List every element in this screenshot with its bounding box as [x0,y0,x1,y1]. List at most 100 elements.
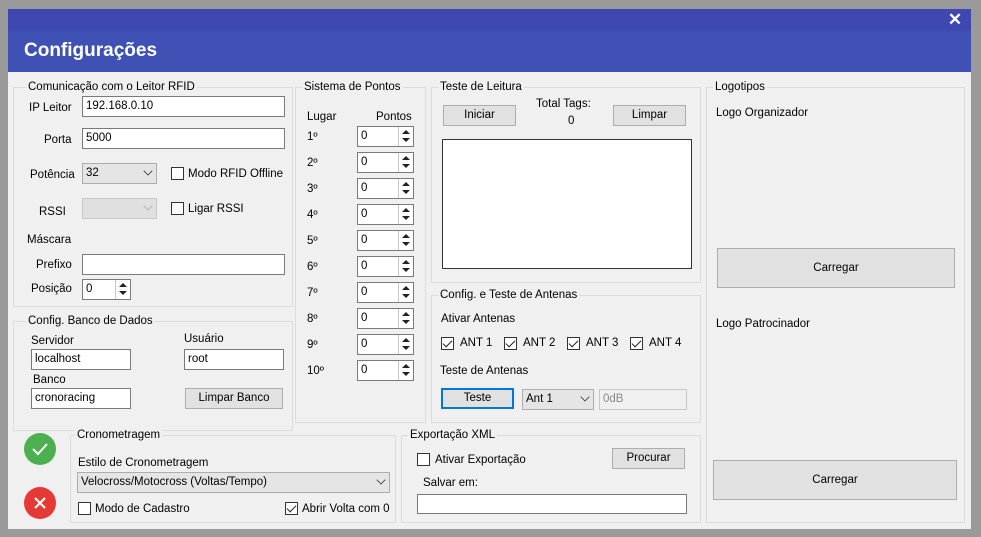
xml-group-title: Exportação XML [408,428,498,442]
up-arrow-icon [402,182,410,186]
salvar-label: Salvar em: [423,477,478,489]
pontos-stepper[interactable]: 0 [357,204,414,225]
ok-button[interactable] [24,433,56,465]
down-arrow-icon [402,164,410,168]
prefixo-field[interactable] [82,254,285,275]
teste-button[interactable]: Teste [441,388,514,409]
pontos-value: 0 [361,364,368,376]
total-tags-value: 0 [568,115,575,127]
antenna-checkbox[interactable] [567,337,580,350]
salvar-field[interactable] [417,494,687,514]
tags-listbox[interactable] [442,139,692,269]
place-label: 4º [307,209,318,221]
pontos-stepper[interactable]: 0 [357,230,414,251]
abrir-volta-checkbox[interactable] [285,502,298,515]
stepper-buttons[interactable] [398,179,413,198]
carregar-patrocinador-button[interactable]: Carregar [713,460,957,500]
pontos-group: Sistema de Pontos Lugar Pontos 1º 0 2º 0 3º 0… [295,80,426,423]
ligar-rssi-checkbox[interactable] [171,202,184,215]
db-field: 0dB [599,389,687,410]
teste-antenas-label: Teste de Antenas [440,365,529,377]
pontos-stepper[interactable]: 0 [357,178,414,199]
posicao-value: 0 [86,283,93,295]
up-arrow-icon [402,234,410,238]
down-arrow-icon [402,190,410,194]
check-icon [32,443,48,456]
servidor-field[interactable]: localhost [31,349,131,370]
mascara-label: Máscara [27,234,72,246]
stepper-buttons[interactable] [398,309,413,328]
carregar-organizador-button[interactable]: Carregar [717,248,955,288]
ativar-exportacao-checkbox[interactable] [417,453,430,466]
ligar-rssi-label: Ligar RSSI [188,203,244,215]
down-arrow-icon [402,294,410,298]
pontos-stepper[interactable]: 0 [357,308,414,329]
ip-label: IP Leitor [29,102,72,114]
chevron-down-icon [580,392,590,402]
limpar-button[interactable]: Limpar [613,105,686,126]
antenna-checkbox[interactable] [441,337,454,350]
pontos-value: 0 [361,338,368,350]
cadastro-checkbox[interactable] [78,502,91,515]
ip-field[interactable]: 192.168.0.10 [82,96,285,117]
rssi-label: RSSI [39,206,66,218]
stepper-buttons[interactable] [398,127,413,146]
pontos-stepper[interactable]: 0 [357,152,414,173]
antenna-checkbox[interactable] [504,337,517,350]
stepper-buttons[interactable] [398,335,413,354]
servidor-label: Servidor [31,335,74,347]
chevron-down-icon [376,475,386,485]
prefixo-label: Prefixo [36,259,72,271]
abrir-volta-label: Abrir Volta com 0 [302,503,390,515]
iniciar-button[interactable]: Iniciar [443,105,516,126]
close-icon[interactable]: ✕ [945,10,965,30]
place-label: 6º [307,261,318,273]
posicao-stepper[interactable]: 0 [82,279,131,300]
pontos-stepper[interactable]: 0 [357,360,414,381]
pontos-value: 0 [361,208,368,220]
stepper-buttons[interactable] [398,257,413,276]
antenna-checkbox[interactable] [630,337,643,350]
logo-organizador-label: Logo Organizador [716,107,809,119]
antenna-label: ANT 1 [460,337,493,349]
pontos-stepper[interactable]: 0 [357,282,414,303]
stepper-buttons[interactable] [115,280,130,299]
stepper-buttons[interactable] [398,283,413,302]
down-arrow-icon [402,216,410,220]
stepper-buttons[interactable] [398,231,413,250]
offline-checkbox[interactable] [171,167,184,180]
pontos-stepper[interactable]: 0 [357,126,414,147]
limpar-banco-button[interactable]: Limpar Banco [185,388,283,409]
place-label: 5º [307,235,318,247]
up-arrow-icon [402,260,410,264]
ativar-exportacao-label: Ativar Exportação [435,454,526,466]
pontos-stepper[interactable]: 0 [357,256,414,277]
pontos-stepper[interactable]: 0 [357,334,414,355]
antenas-group-title: Config. e Teste de Antenas [438,288,580,302]
leitura-group-title: Teste de Leitura [438,80,524,94]
pontos-value: 0 [361,260,368,272]
antenna-label: ANT 2 [523,337,556,349]
potencia-select[interactable]: 32 [82,163,157,184]
chevron-down-icon [143,166,153,176]
potencia-label: Potência [30,169,75,181]
cancel-button[interactable] [24,487,56,519]
estilo-select[interactable]: Velocross/Motocross (Voltas/Tempo) [77,472,390,493]
stepper-buttons[interactable] [398,205,413,224]
antenna-label: ANT 4 [649,337,682,349]
place-label: 2º [307,157,318,169]
banco-label: Banco [33,374,66,386]
ativar-antenas-label: Ativar Antenas [441,313,516,325]
procurar-button[interactable]: Procurar [612,448,685,469]
rfid-group: Comunicação com o Leitor RFID IP Leitor … [13,80,293,307]
banco-field[interactable]: cronoracing [31,388,131,409]
stepper-buttons[interactable] [398,153,413,172]
ant-select[interactable]: Ant 1 [522,389,594,410]
xml-group: Exportação XML Ativar Exportação Procura… [401,428,701,523]
potencia-value: 32 [86,167,99,179]
usuario-field[interactable]: root [184,349,284,370]
logo-patrocinador-label: Logo Patrocinador [716,318,810,330]
rssi-select[interactable] [82,198,157,219]
porta-field[interactable]: 5000 [82,128,285,149]
stepper-buttons[interactable] [398,361,413,380]
